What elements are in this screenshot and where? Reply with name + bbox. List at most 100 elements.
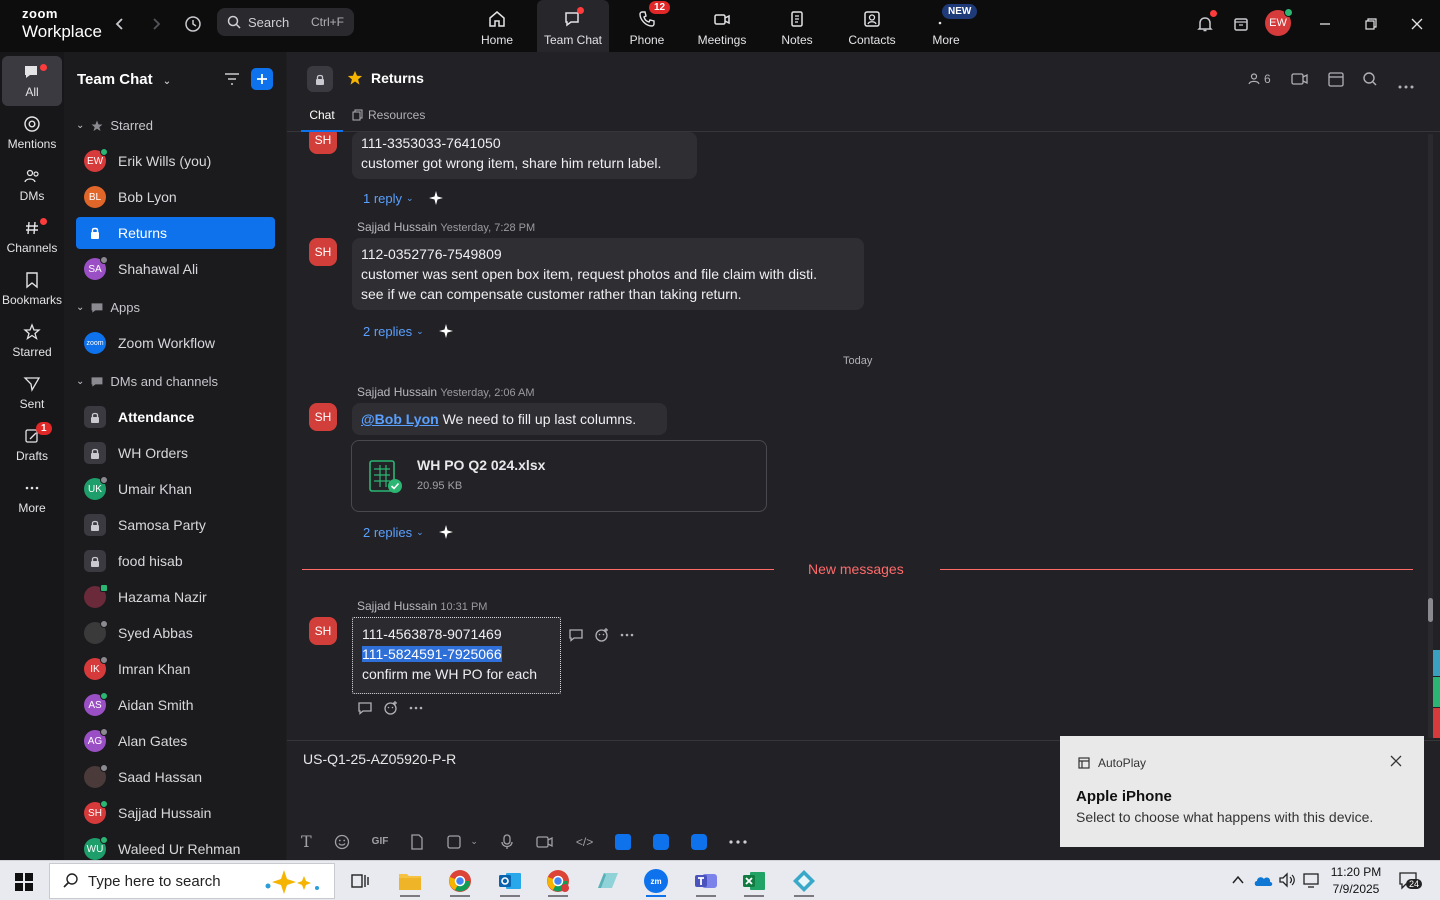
rail-bookmarks[interactable]: Bookmarks [2, 264, 62, 314]
app-integration-icon[interactable] [691, 833, 708, 850]
message-bubble[interactable]: 112-0352776-7549809 customer was sent op… [352, 238, 864, 310]
reply-thread-icon[interactable] [357, 700, 373, 716]
message-bubble[interactable]: 111-3353033-7641050 customer got wrong i… [352, 132, 697, 179]
sidebar-item-returns[interactable]: Returns [76, 217, 275, 249]
tab-home[interactable]: Home [461, 0, 533, 52]
sidebar-item-wh-orders[interactable]: WH Orders [76, 437, 275, 469]
file-icon[interactable] [410, 833, 424, 850]
tab-more[interactable]: More NEW [910, 0, 982, 52]
microphone-icon[interactable] [500, 833, 514, 850]
avatar[interactable]: SH [309, 238, 337, 266]
code-snippet-icon[interactable]: </> [576, 835, 593, 849]
close-icon[interactable] [1390, 754, 1402, 772]
ai-sparkle-icon[interactable] [438, 323, 454, 339]
thread-replies-link[interactable]: 2 replies ⌄ [363, 323, 454, 339]
task-view-icon[interactable] [340, 865, 380, 897]
user-mention-link[interactable]: @Bob Lyon [361, 411, 439, 427]
tab-notes[interactable]: Notes [761, 0, 833, 52]
zoom-app-icon[interactable]: zm [636, 865, 676, 897]
gif-icon[interactable]: GIF [372, 836, 389, 847]
app-icon[interactable] [588, 865, 628, 897]
thread-replies-link[interactable]: 2 replies ⌄ [363, 524, 454, 540]
message-input[interactable]: US-Q1-25-AZ05920-P-R [303, 751, 456, 767]
section-dms-channels[interactable]: ⌄ DMs and channels [76, 374, 218, 389]
tab-meetings[interactable]: Meetings [686, 0, 758, 52]
filter-icon[interactable] [223, 70, 241, 93]
chevron-up-icon[interactable] [1230, 873, 1246, 892]
sender-name[interactable]: Sajjad Hussain [357, 385, 437, 399]
sidebar-item-alan-gates[interactable]: AG Alan Gates [76, 725, 275, 757]
action-center-icon[interactable]: 24 [1398, 871, 1423, 896]
add-reaction-icon[interactable] [594, 627, 610, 643]
app-icon[interactable] [784, 865, 824, 897]
back-arrow-icon[interactable] [108, 12, 132, 36]
file-attachment[interactable]: WH PO Q2 024.xlsx 20.95 KB [351, 440, 767, 512]
screenshot-menu[interactable]: ⌄ [446, 834, 478, 850]
add-reaction-icon[interactable] [383, 700, 399, 716]
rail-starred[interactable]: Starred [2, 316, 62, 366]
network-icon[interactable] [1302, 872, 1322, 893]
members-button[interactable]: 6 [1247, 72, 1271, 86]
avatar[interactable]: SH [309, 617, 337, 645]
new-chat-button[interactable] [251, 68, 273, 90]
rail-drafts[interactable]: Drafts 1 [2, 420, 62, 470]
section-apps[interactable]: ⌄ Apps [76, 300, 140, 315]
rail-dms[interactable]: DMs [2, 160, 62, 210]
message-list[interactable]: SH 111-3353033-7641050 customer got wron… [287, 132, 1440, 740]
sidebar-item-hazama-nazir[interactable]: Hazama Nazir [76, 581, 275, 613]
chrome-profile-icon[interactable] [538, 865, 578, 897]
message-bubble[interactable]: @Bob Lyon We need to fill up last column… [352, 403, 667, 435]
teams-icon[interactable] [686, 865, 726, 897]
more-options-icon[interactable] [409, 706, 423, 710]
reply-thread-icon[interactable] [568, 627, 584, 643]
notifications-bell-icon[interactable] [1193, 10, 1217, 36]
rail-more[interactable]: More [2, 472, 62, 522]
more-options-icon[interactable] [1397, 77, 1415, 95]
taskbar-clock[interactable]: 11:20 PM 7/9/2025 [1328, 864, 1384, 898]
forward-arrow-icon[interactable] [144, 12, 168, 36]
sidebar-item-shahawal-ali[interactable]: SA Shahawal Ali [76, 253, 275, 285]
sidebar-item-food-hisab[interactable]: food hisab [76, 545, 275, 577]
channel-title[interactable]: Returns [371, 70, 424, 86]
autoplay-toast[interactable]: AutoPlay Apple iPhone Select to choose w… [1060, 736, 1424, 847]
sidebar-title[interactable]: Team Chat ⌄ [77, 71, 171, 88]
avatar[interactable]: SH [309, 403, 337, 431]
excel-icon[interactable] [734, 865, 774, 897]
app-integration-icon[interactable] [615, 833, 632, 850]
tab-contacts[interactable]: Contacts [836, 0, 908, 52]
minimize-icon[interactable] [1313, 12, 1337, 36]
sender-name[interactable]: Sajjad Hussain [357, 599, 437, 613]
sidebar-item-bob-lyon[interactable]: BL Bob Lyon [76, 181, 275, 213]
section-starred[interactable]: ⌄ Starred [76, 118, 153, 133]
rail-channels[interactable]: Channels [2, 212, 62, 262]
windows-start-icon[interactable] [14, 872, 34, 897]
tab-chat[interactable]: Chat [301, 108, 343, 132]
more-options-icon[interactable] [620, 633, 634, 637]
sidebar-item-aidan-smith[interactable]: AS Aidan Smith [76, 689, 275, 721]
taskbar-search[interactable]: Type here to search [49, 863, 335, 899]
video-icon[interactable] [1291, 71, 1309, 92]
history-icon[interactable] [181, 12, 205, 36]
close-icon[interactable] [1405, 12, 1429, 36]
video-message-icon[interactable] [536, 835, 554, 849]
calendar-icon[interactable] [1229, 12, 1253, 36]
sidebar-item-erik-wills[interactable]: EW Erik Wills (you) [76, 145, 275, 177]
user-avatar[interactable]: EW [1265, 8, 1293, 36]
thread-replies-link[interactable]: 1 reply ⌄ [363, 190, 444, 206]
onedrive-icon[interactable] [1253, 873, 1273, 892]
sidebar-item-syed-abbas[interactable]: Syed Abbas [76, 617, 275, 649]
rail-all[interactable]: All [2, 56, 62, 106]
search-icon[interactable] [1362, 71, 1378, 92]
star-icon[interactable] [347, 70, 363, 91]
sidebar-item-sajjad-hussain[interactable]: SH Sajjad Hussain [76, 797, 275, 829]
emoji-icon[interactable] [334, 834, 350, 850]
chrome-icon[interactable] [440, 865, 480, 897]
ai-sparkle-icon[interactable] [438, 524, 454, 540]
more-options-icon[interactable] [729, 839, 747, 844]
sidebar-item-umair-khan[interactable]: UK Umair Khan [76, 473, 275, 505]
tab-team-chat[interactable]: Team Chat [537, 0, 609, 52]
rail-mentions[interactable]: Mentions [2, 108, 62, 158]
calendar-icon[interactable] [1327, 70, 1345, 93]
rail-sent[interactable]: Sent [2, 368, 62, 418]
outlook-icon[interactable] [490, 865, 530, 897]
